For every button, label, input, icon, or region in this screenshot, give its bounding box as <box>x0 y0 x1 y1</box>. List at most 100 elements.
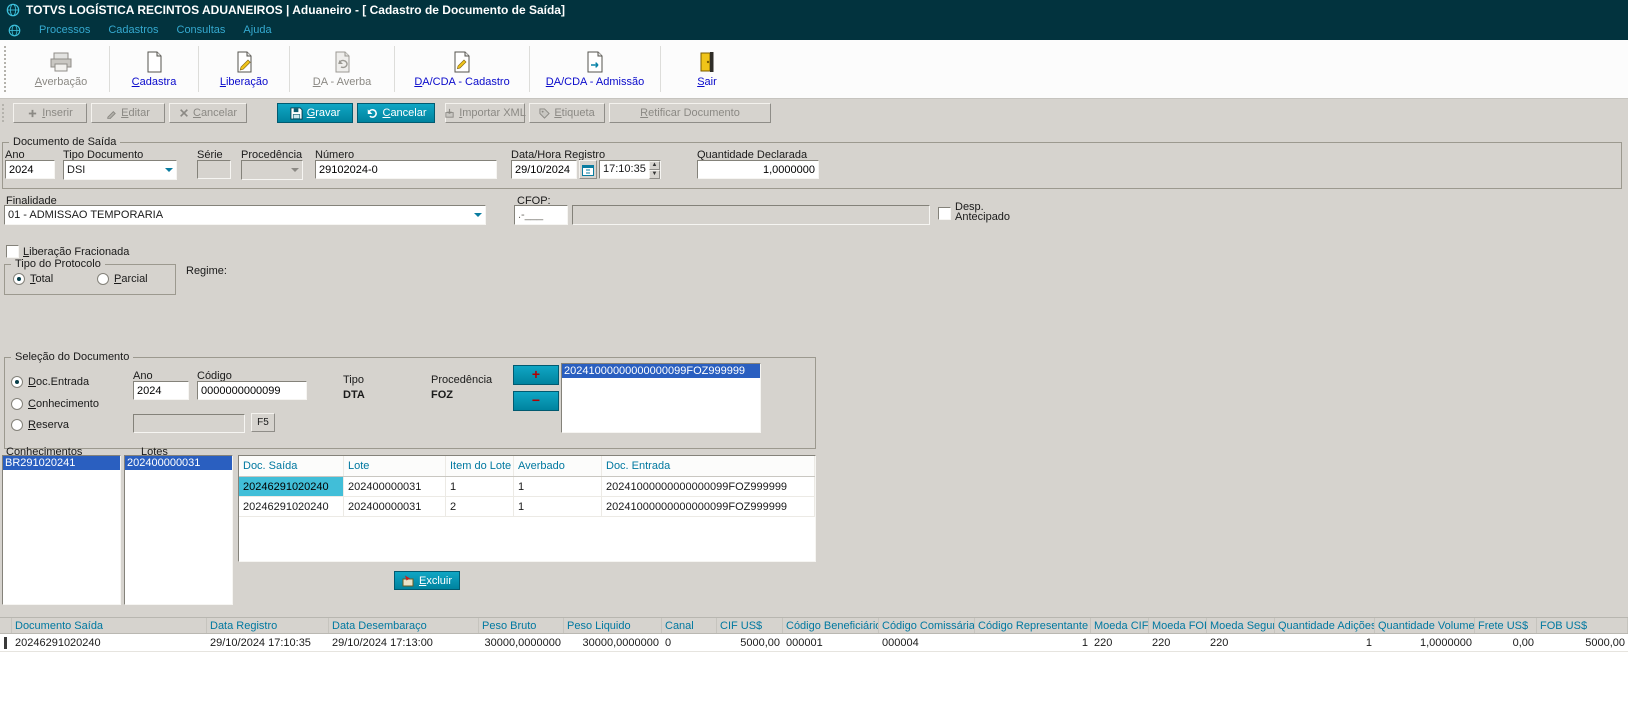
cell-lote[interactable]: 202400000031 <box>344 477 446 496</box>
conhecimentos-listbox[interactable]: BR291020241 <box>2 455 121 605</box>
finalidade-select[interactable]: 01 - ADMISSAO TEMPORARIA <box>4 205 486 225</box>
col-header[interactable]: Lote <box>344 456 446 476</box>
tipo-documento-select[interactable]: DSI <box>63 160 177 180</box>
add-documento-button[interactable]: + <box>513 365 559 385</box>
etiqueta-button[interactable]: Etiqueta <box>529 103 605 123</box>
cell[interactable]: 0 <box>662 634 717 651</box>
cell-averbado[interactable]: 1 <box>514 497 602 516</box>
cell[interactable]: 30000,0000000 <box>479 634 564 651</box>
col-header[interactable]: Peso Bruto <box>479 618 564 633</box>
toolbar-item-dacda-admissao[interactable]: DA/CDA - Admissão <box>530 40 660 98</box>
hora-registro-spinner[interactable]: 17:10:35 ▲ ▼ <box>599 160 661 179</box>
cell-averbado[interactable]: 1 <box>514 477 602 496</box>
cell-doc-saida[interactable]: 20246291020240 <box>239 497 344 516</box>
spinner-up-icon[interactable]: ▲ <box>648 161 660 170</box>
cell-item-lote[interactable]: 1 <box>446 477 514 496</box>
radio-reserva[interactable]: Reserva <box>11 419 69 431</box>
cell-doc-entrada[interactable]: 20241000000000000099FOZ999999 <box>602 477 815 496</box>
documentos-listbox[interactable]: 20241000000000000099FOZ999999 <box>561 363 761 433</box>
col-header[interactable]: Averbado <box>514 456 602 476</box>
toolbar-item-liberacao[interactable]: Liberação <box>199 40 289 98</box>
col-header[interactable]: Canal <box>662 618 717 633</box>
list-item[interactable]: 20241000000000000099FOZ999999 <box>562 364 760 378</box>
col-header[interactable]: Item do Lote <box>446 456 514 476</box>
calendar-button[interactable] <box>579 160 597 179</box>
cell[interactable]: 220 <box>1149 634 1207 651</box>
toolbar-item-da-averba[interactable]: DA - Averba <box>290 40 394 98</box>
col-header[interactable]: Moeda CIF <box>1091 618 1149 633</box>
cancelar-button[interactable]: Cancelar <box>357 103 435 123</box>
cell[interactable]: 5000,00 <box>717 634 783 651</box>
radio-total[interactable]: Total <box>13 273 53 285</box>
radio-conhecimento[interactable]: Conhecimento <box>11 398 99 410</box>
cell[interactable]: 1 <box>1275 634 1375 651</box>
data-registro-input[interactable] <box>511 160 577 179</box>
col-header[interactable]: Quantidade Adições <box>1275 618 1375 633</box>
lotes-listbox[interactable]: 202400000031 <box>124 455 233 605</box>
menu-consultas[interactable]: Consultas <box>177 24 226 36</box>
col-header[interactable]: Código Representante <box>975 618 1091 633</box>
selecao-codigo-input[interactable] <box>197 381 307 400</box>
col-header[interactable]: Código Comissária <box>879 618 975 633</box>
ano-input[interactable] <box>5 160 55 179</box>
table-row[interactable]: 20246291020240 29/10/2024 17:10:35 29/10… <box>0 634 1628 652</box>
radio-doc-entrada[interactable]: Doc.Entrada <box>11 376 89 388</box>
selecao-ano-input[interactable] <box>133 381 189 400</box>
col-header[interactable]: Quantidade Volumes <box>1375 618 1475 633</box>
toolbar-item-dacda-cadastro[interactable]: DA/CDA - Cadastro <box>395 40 529 98</box>
cell-item-lote[interactable]: 2 <box>446 497 514 516</box>
col-header[interactable]: Moeda Seguro <box>1207 618 1275 633</box>
cfop-input[interactable] <box>514 205 568 225</box>
cell[interactable]: 1,0000000 <box>1375 634 1475 651</box>
toolbar-item-cadastra[interactable]: Cadastra <box>110 40 198 98</box>
importar-xml-button[interactable]: Importar XML <box>445 103 526 123</box>
cell-doc-entrada[interactable]: 20241000000000000099FOZ999999 <box>602 497 815 516</box>
numero-input[interactable] <box>315 160 497 179</box>
menu-processos[interactable]: Processos <box>39 24 90 36</box>
col-header[interactable]: Documento Saída <box>12 618 207 633</box>
desp-antecipado-checkbox[interactable] <box>938 207 951 220</box>
cell[interactable]: 29/10/2024 17:10:35 <box>207 634 329 651</box>
cell[interactable]: 1 <box>975 634 1091 651</box>
col-header[interactable]: CIF US$ <box>717 618 783 633</box>
cancelar-button-disabled[interactable]: Cancelar <box>169 103 247 123</box>
radio-parcial[interactable]: Parcial <box>97 273 148 285</box>
col-header[interactable]: Frete US$ <box>1475 618 1537 633</box>
chevron-down-icon[interactable] <box>161 161 176 179</box>
spinner-down-icon[interactable]: ▼ <box>648 170 660 179</box>
col-header[interactable]: Data Desembaraço <box>329 618 479 633</box>
chevron-down-icon[interactable] <box>470 206 485 224</box>
cell[interactable]: 0,00 <box>1475 634 1537 651</box>
cell[interactable]: 5000,00 <box>1537 634 1628 651</box>
cell[interactable]: 20246291020240 <box>12 634 207 651</box>
retificar-documento-button[interactable]: Retificar Documento <box>609 103 771 123</box>
table-row[interactable]: 20246291020240 202400000031 1 1 20241000… <box>239 477 815 497</box>
menu-ajuda[interactable]: Ajuda <box>243 24 271 36</box>
col-header[interactable]: Código Beneficiário <box>783 618 879 633</box>
f5-button[interactable]: F5 <box>251 413 275 432</box>
cell[interactable]: 30000,0000000 <box>564 634 662 651</box>
cell-doc-saida[interactable]: 20246291020240 <box>239 477 344 496</box>
list-item[interactable]: 202400000031 <box>125 456 232 470</box>
col-header[interactable]: Doc. Entrada <box>602 456 815 476</box>
cell[interactable]: 220 <box>1207 634 1275 651</box>
list-item[interactable]: BR291020241 <box>3 456 120 470</box>
cell-lote[interactable]: 202400000031 <box>344 497 446 516</box>
inserir-button[interactable]: Inserir <box>13 103 87 123</box>
col-header[interactable]: Peso Liquido <box>564 618 662 633</box>
toolbar-gripper[interactable] <box>4 46 11 92</box>
liberacao-fracionada-checkbox[interactable] <box>6 245 19 258</box>
toolbar-item-averbacao[interactable]: Averbação <box>13 40 109 98</box>
excluir-button[interactable]: Excluir <box>394 571 460 590</box>
cell[interactable]: 000001 <box>783 634 879 651</box>
col-header[interactable]: FOB US$ <box>1537 618 1628 633</box>
col-header[interactable]: Doc. Saída <box>239 456 344 476</box>
cell[interactable]: 220 <box>1091 634 1149 651</box>
cell[interactable]: 000004 <box>879 634 975 651</box>
editar-button[interactable]: Editar <box>91 103 165 123</box>
remove-documento-button[interactable]: − <box>513 391 559 411</box>
toolbar-item-sair[interactable]: Sair <box>661 40 753 98</box>
table-row[interactable]: 20246291020240 202400000031 2 1 20241000… <box>239 497 815 517</box>
gravar-button[interactable]: Gravar <box>277 103 353 123</box>
quantidade-declarada-input[interactable] <box>697 160 819 179</box>
